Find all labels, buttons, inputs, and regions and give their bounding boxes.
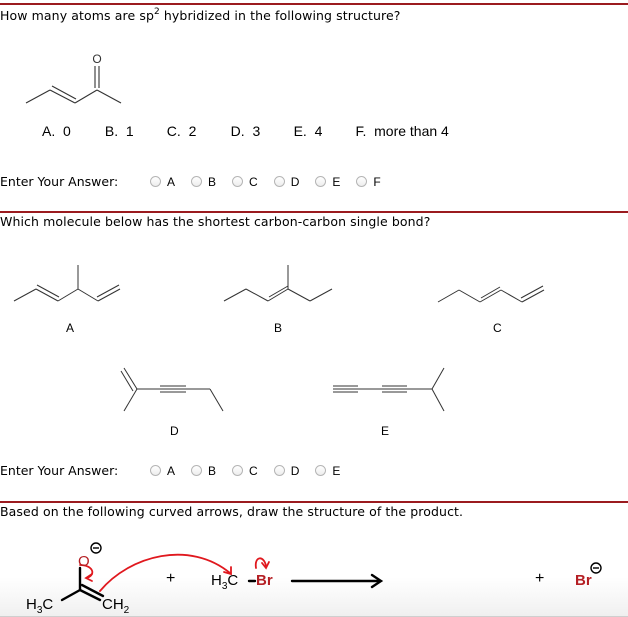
reaction-bonds-and-arrows [60, 542, 602, 602]
oxygen-atom: O [78, 553, 90, 570]
methyl-group: H3C [211, 572, 239, 592]
methyl-group-left: H3C [26, 596, 54, 616]
bromide-ion: Br [575, 572, 592, 589]
bromine-atom: Br [256, 572, 273, 589]
plus-sign: + [166, 570, 176, 587]
plus-sign: + [535, 570, 545, 587]
methylene-group: CH2 [102, 596, 130, 616]
